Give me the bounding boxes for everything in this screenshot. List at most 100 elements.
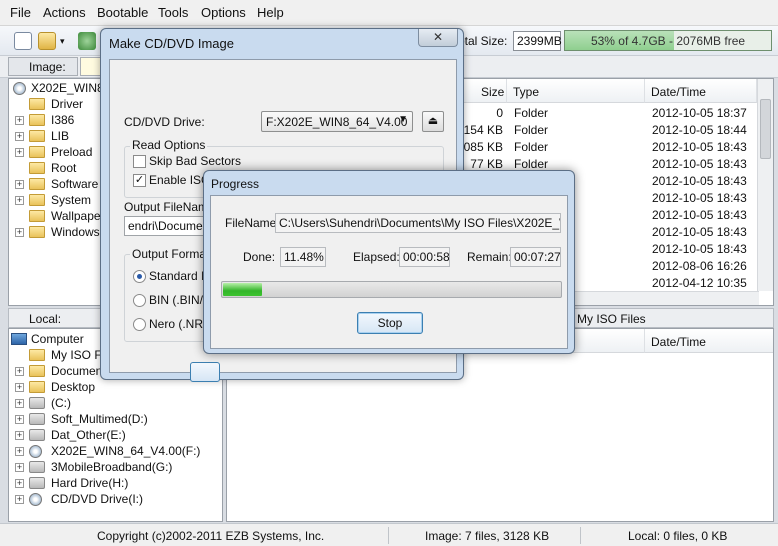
eject-button[interactable]: ⏏ xyxy=(422,111,444,132)
menu-file[interactable]: File xyxy=(10,5,31,20)
documents-icon xyxy=(29,365,45,377)
drive-label: CD/DVD Drive: xyxy=(124,115,205,129)
menu-bar: File Actions Bootable Tools Options Help xyxy=(0,0,778,26)
status-bar: Copyright (c)2002-2011 EZB Systems, Inc.… xyxy=(0,523,778,546)
format-standard-iso-radio[interactable] xyxy=(133,270,146,283)
done-label: Done: xyxy=(243,250,276,264)
folder-icon xyxy=(29,194,45,206)
expand-icon[interactable]: + xyxy=(15,463,24,472)
expand-icon[interactable]: + xyxy=(15,479,24,488)
expand-icon[interactable]: + xyxy=(15,447,24,456)
remain-label: Remain: xyxy=(467,250,512,264)
column-type-header[interactable]: Type xyxy=(507,79,645,103)
computer-icon xyxy=(11,333,27,345)
expand-icon[interactable]: + xyxy=(15,367,24,376)
stop-button[interactable]: Stop xyxy=(357,312,423,334)
cell-type: Folder xyxy=(514,140,549,154)
progress-bar xyxy=(221,281,562,298)
cell-size: ,085 KB xyxy=(460,140,503,154)
column-date-header[interactable]: Date/Time xyxy=(645,79,757,103)
skip-bad-sectors-label: Skip Bad Sectors xyxy=(149,154,242,168)
expand-icon[interactable]: + xyxy=(15,148,24,157)
output-format-label: Output Format xyxy=(130,247,212,261)
close-button[interactable]: ✕ xyxy=(418,29,458,47)
expand-icon[interactable]: + xyxy=(15,196,24,205)
scroll-thumb[interactable] xyxy=(760,99,771,159)
progress-dialog: Progress FileName: C:\Users\Suhendri\Doc… xyxy=(203,170,575,354)
expand-icon[interactable]: + xyxy=(15,180,24,189)
copyright-text: Copyright (c)2002-2011 EZB Systems, Inc. xyxy=(97,529,325,543)
ok-button[interactable] xyxy=(190,362,220,382)
folder-icon xyxy=(29,226,45,238)
cell-date: 2012-08-06 16:26 xyxy=(652,259,747,273)
extract-icon[interactable] xyxy=(78,32,96,50)
desktop-icon xyxy=(29,381,45,393)
cell-type: Folder xyxy=(514,123,549,137)
vertical-scrollbar[interactable] xyxy=(757,79,773,291)
local-label: Local: xyxy=(29,312,62,326)
drive-icon xyxy=(29,413,45,425)
enable-iso-filter-checkbox[interactable]: ✓ xyxy=(133,174,146,187)
progress-fill xyxy=(223,283,262,296)
capacity-text: 53% of 4.7GB - 2076MB free xyxy=(590,34,746,48)
chevron-down-icon[interactable]: ▾ xyxy=(60,32,68,50)
elapsed-value: 00:00:58 xyxy=(399,247,450,267)
expand-icon[interactable]: + xyxy=(15,415,24,424)
expand-icon[interactable]: + xyxy=(15,399,24,408)
cell-date: 2012-10-05 18:43 xyxy=(652,242,747,256)
cell-type: Folder xyxy=(514,157,549,171)
expand-icon[interactable]: + xyxy=(15,495,24,504)
eject-icon: ⏏ xyxy=(427,115,439,127)
expand-icon[interactable]: + xyxy=(15,228,24,237)
progress-title: Progress xyxy=(211,177,260,191)
folder-icon xyxy=(29,349,45,361)
output-filename-label: Output FileName xyxy=(124,200,215,214)
filename-label: FileName: xyxy=(225,216,280,230)
image-status: Image: 7 files, 3128 KB xyxy=(425,529,550,543)
format-nero-radio[interactable] xyxy=(133,318,146,331)
image-label: Image: xyxy=(8,57,78,76)
menu-tools[interactable]: Tools xyxy=(158,5,188,20)
cell-size: ,154 KB xyxy=(460,123,503,137)
cell-type: Folder xyxy=(514,106,549,120)
cd-icon xyxy=(29,445,42,458)
expand-icon[interactable]: + xyxy=(15,383,24,392)
output-filename-input[interactable]: endri\Document xyxy=(124,216,214,236)
folder-icon xyxy=(29,114,45,126)
cell-date: 2012-10-05 18:43 xyxy=(652,174,747,188)
cell-date: 2012-10-05 18:43 xyxy=(652,191,747,205)
expand-icon[interactable]: + xyxy=(15,116,24,125)
cell-size: 77 KB xyxy=(470,157,503,171)
open-icon[interactable] xyxy=(38,32,56,50)
cell-size: 0 xyxy=(496,106,503,120)
drive-icon xyxy=(29,477,45,489)
cell-date: 2012-10-05 18:43 xyxy=(652,140,747,154)
cell-date: 2012-10-05 18:37 xyxy=(652,106,747,120)
read-options-label: Read Options xyxy=(130,138,208,152)
column-date-header-local[interactable]: Date/Time xyxy=(645,329,773,353)
menu-bootable[interactable]: Bootable xyxy=(97,5,148,20)
format-bin-radio[interactable] xyxy=(133,294,146,307)
cell-date: 2012-04-12 10:35 xyxy=(652,276,747,290)
drive-select[interactable]: F:X202E_WIN8_64_V4.00 ▼ xyxy=(261,111,413,132)
folder-icon xyxy=(29,98,45,110)
folder-icon xyxy=(29,210,45,222)
new-icon[interactable] xyxy=(14,32,32,50)
menu-options[interactable]: Options xyxy=(201,5,246,20)
folder-icon xyxy=(29,130,45,142)
cell-date: 2012-10-05 18:43 xyxy=(652,208,747,222)
expand-icon[interactable]: + xyxy=(15,132,24,141)
folder-icon xyxy=(29,178,45,190)
menu-help[interactable]: Help xyxy=(257,5,284,20)
drive-icon xyxy=(29,397,45,409)
cd-icon xyxy=(13,82,26,95)
local-status: Local: 0 files, 0 KB xyxy=(628,529,728,543)
folder-icon xyxy=(29,146,45,158)
expand-icon[interactable]: + xyxy=(15,431,24,440)
dialog-title: Make CD/DVD Image xyxy=(109,36,234,51)
skip-bad-sectors-checkbox[interactable] xyxy=(133,155,146,168)
cd-icon xyxy=(29,493,42,506)
chevron-down-icon: ▼ xyxy=(398,114,408,125)
remain-value: 00:07:27 xyxy=(510,247,561,267)
menu-actions[interactable]: Actions xyxy=(43,5,86,20)
